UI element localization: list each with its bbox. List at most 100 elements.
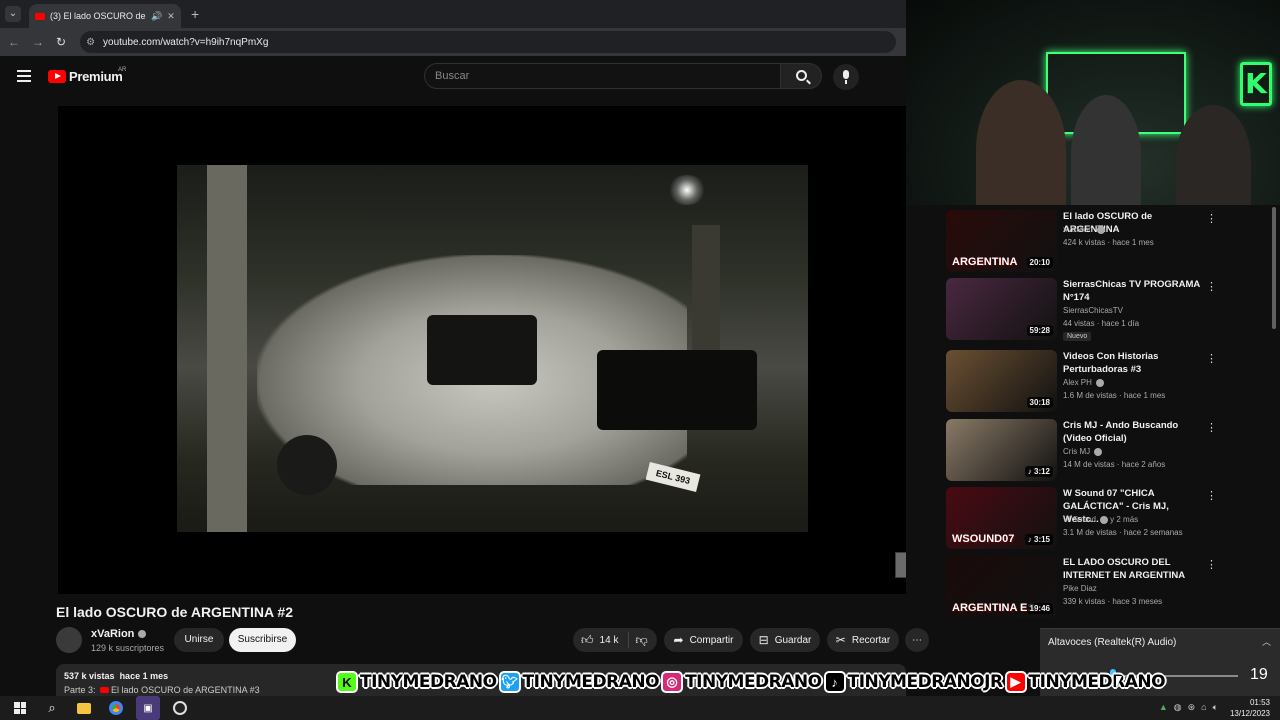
more-options-icon[interactable]: ⋮ <box>1206 352 1217 365</box>
discord-icon[interactable]: ◍ <box>1174 702 1182 713</box>
car-wheel <box>277 435 337 495</box>
tab-search-button[interactable]: ⌄ <box>5 6 21 22</box>
recommendations-sidebar: ARGENTINA 20:10 El lado OSCURO de ARGENTIN… <box>906 205 1280 626</box>
omnibox[interactable]: ⚙ youtube.com/watch?v=h9ih7nqPmXg <box>80 31 897 53</box>
video-thumbnail[interactable]: ARGENTINA ES 19:46 <box>946 556 1057 618</box>
steam-icon[interactable]: ⊛ <box>1188 702 1196 713</box>
recommendation-title[interactable]: Cris MJ - Ando Buscando (Video Oficial) <box>1063 419 1203 445</box>
speaker-icon[interactable]: 🔊 <box>151 11 162 22</box>
recommendation-title[interactable]: SierrasChicas TV PROGRAMA N°174 <box>1063 278 1203 304</box>
social-handle: ◎ TINYMEDRANO <box>661 671 822 693</box>
car-window <box>427 315 537 385</box>
part-link[interactable]: El lado OSCURO de ARGENTINA #3 <box>111 685 260 695</box>
chevron-up-icon[interactable]: ︿ <box>1262 635 1271 648</box>
twitch-app-icon[interactable]: ▣ <box>136 696 160 720</box>
video-frame: ESL 393 <box>177 165 808 532</box>
recommendation-meta: 1.6 M de vistas · hace 1 mes <box>1063 391 1166 400</box>
share-label: Compartir <box>689 634 734 646</box>
youtube-logo[interactable]: Premium AR <box>48 67 127 84</box>
social-handle-text: TINYMEDRANO <box>685 672 822 692</box>
video-duration: ♪ 3:12 <box>1024 466 1053 477</box>
close-tab-icon[interactable]: ✕ <box>167 11 175 22</box>
recommendation-item[interactable]: ♪ 3:12 Cris MJ - Ando Buscando (Video Ofi… <box>946 419 1276 483</box>
more-options-icon[interactable]: ⋮ <box>1206 421 1217 434</box>
more-options-icon[interactable]: ⋮ <box>1206 558 1217 571</box>
recommendation-item[interactable]: 59:28 SierrasChicas TV PROGRAMA N°174 Sier… <box>946 278 1276 342</box>
search-icon <box>796 70 807 81</box>
video-thumbnail[interactable]: 30:18 <box>946 350 1057 412</box>
youtube-icon <box>100 687 110 693</box>
verified-icon <box>1094 447 1103 456</box>
recommendation-item[interactable]: ARGENTINA ES 19:46 EL LADO OSCURO DEL INTE… <box>946 556 1276 620</box>
recommendation-item[interactable]: 30:18 Videos Con Historias Perturbadoras … <box>946 350 1276 414</box>
channel-avatar[interactable] <box>56 627 82 653</box>
channel-name[interactable]: xVaRion <box>91 628 147 640</box>
recommendation-channel[interactable]: Alex PH <box>1063 378 1104 387</box>
more-actions-button[interactable]: ⋯ <box>905 628 929 652</box>
like-count[interactable]: 14 k <box>600 635 619 646</box>
chrome-icon[interactable] <box>104 696 128 720</box>
recommendation-channel[interactable]: Pike Diaz <box>1063 584 1097 593</box>
reload-icon[interactable]: ↻ <box>56 35 66 49</box>
social-handles-overlay: K TINYMEDRANO 🐦︎ TINYMEDRANO ◎ TINYMEDRANO ♪ TI… <box>336 666 1166 698</box>
recommendation-channel[interactable]: xVaRion <box>1063 225 1105 234</box>
volume-icon[interactable]: 🔈︎ <box>1213 702 1218 713</box>
recommendation-title[interactable]: EL LADO OSCURO DEL INTERNET EN ARGENTINA <box>1063 556 1203 582</box>
url-text: youtube.com/watch?v=h9ih7nqPmXg <box>103 36 269 48</box>
menu-icon[interactable] <box>17 70 31 85</box>
logo-region: AR <box>118 67 127 73</box>
site-info-icon[interactable]: ⚙ <box>86 37 95 48</box>
file-explorer-icon[interactable] <box>72 696 96 720</box>
webcam-overlay: K <box>906 0 1280 205</box>
save-button[interactable]: ⊟ Guardar <box>750 628 820 652</box>
obs-icon[interactable] <box>168 696 192 720</box>
clock[interactable]: 01:53 13/12/2023 <box>1230 697 1270 719</box>
microphone-icon[interactable] <box>833 64 859 90</box>
tab-title: (3) El lado OSCURO de ARG <box>50 11 146 21</box>
join-button[interactable]: Unirse <box>174 628 224 652</box>
new-badge: Nuevo <box>1063 332 1092 341</box>
sidebar-scrollbar[interactable] <box>1272 207 1276 329</box>
recommendation-channel[interactable]: Cris MJ <box>1063 447 1103 456</box>
recommendation-title[interactable]: Videos Con Historias Perturbadoras #3 <box>1063 350 1203 376</box>
video-duration: 20:10 <box>1026 257 1053 268</box>
browser-tab[interactable]: (3) El lado OSCURO de ARG 🔊 ✕ <box>29 4 181 28</box>
audio-device-label[interactable]: Altavoces (Realtek(R) Audio) <box>1048 637 1176 648</box>
share-button[interactable]: ➦ Compartir <box>664 628 743 652</box>
more-options-icon[interactable]: ⋮ <box>1206 489 1217 502</box>
video-duration: 59:28 <box>1026 325 1053 336</box>
video-thumbnail[interactable]: ♪ 3:12 <box>946 419 1057 481</box>
subscribe-button[interactable]: Suscribirse <box>229 628 296 652</box>
bookmark-icon: ⊟ <box>758 633 769 647</box>
guest <box>1071 95 1141 205</box>
like-icon[interactable]: 👍︎ <box>581 633 594 648</box>
tray-icon[interactable]: ▲ <box>1159 702 1168 713</box>
clip-button[interactable]: ✂ Recortar <box>827 628 899 652</box>
kick-neon-logo: K <box>1240 62 1272 106</box>
date: 13/12/2023 <box>1229 709 1270 718</box>
video-player[interactable]: ESL 393 <box>58 106 930 594</box>
video-thumbnail[interactable]: ARGENTINA 20:10 <box>946 210 1057 272</box>
recommendation-item[interactable]: ARGENTINA 20:10 El lado OSCURO de ARGENTIN… <box>946 210 1276 274</box>
search-input[interactable]: Buscar <box>424 63 781 89</box>
recommendation-channel[interactable]: W Sound y 2 más <box>1063 515 1138 524</box>
more-options-icon[interactable]: ⋮ <box>1206 280 1217 293</box>
recommendation-item[interactable]: WSOUND07 ♪ 3:15 W Sound 07 "CHICA GALÁCTIC… <box>946 487 1276 551</box>
video-thumbnail[interactable]: 59:28 <box>946 278 1057 340</box>
verified-icon <box>1099 515 1108 524</box>
recommendation-meta: 424 k vistas · hace 1 mes <box>1063 238 1154 247</box>
mouse-cursor <box>1116 676 1122 688</box>
new-tab-button[interactable]: + <box>191 6 199 22</box>
start-button[interactable] <box>8 696 32 720</box>
search-icon[interactable]: ⌕ <box>40 696 64 720</box>
dislike-icon[interactable]: 👎︎ <box>635 633 647 648</box>
more-options-icon[interactable]: ⋮ <box>1206 212 1217 225</box>
forward-icon[interactable]: → <box>32 35 44 49</box>
recommendation-meta: 44 vistas · hace 1 día <box>1063 319 1140 328</box>
network-icon[interactable]: ⌂ <box>1201 702 1206 713</box>
social-handle-text: TINYMEDRANO <box>522 672 660 692</box>
search-button[interactable] <box>780 63 822 89</box>
back-icon[interactable]: ← <box>8 35 20 49</box>
recommendation-channel[interactable]: SierrasChicasTV <box>1063 306 1123 315</box>
video-thumbnail[interactable]: WSOUND07 ♪ 3:15 <box>946 487 1057 549</box>
